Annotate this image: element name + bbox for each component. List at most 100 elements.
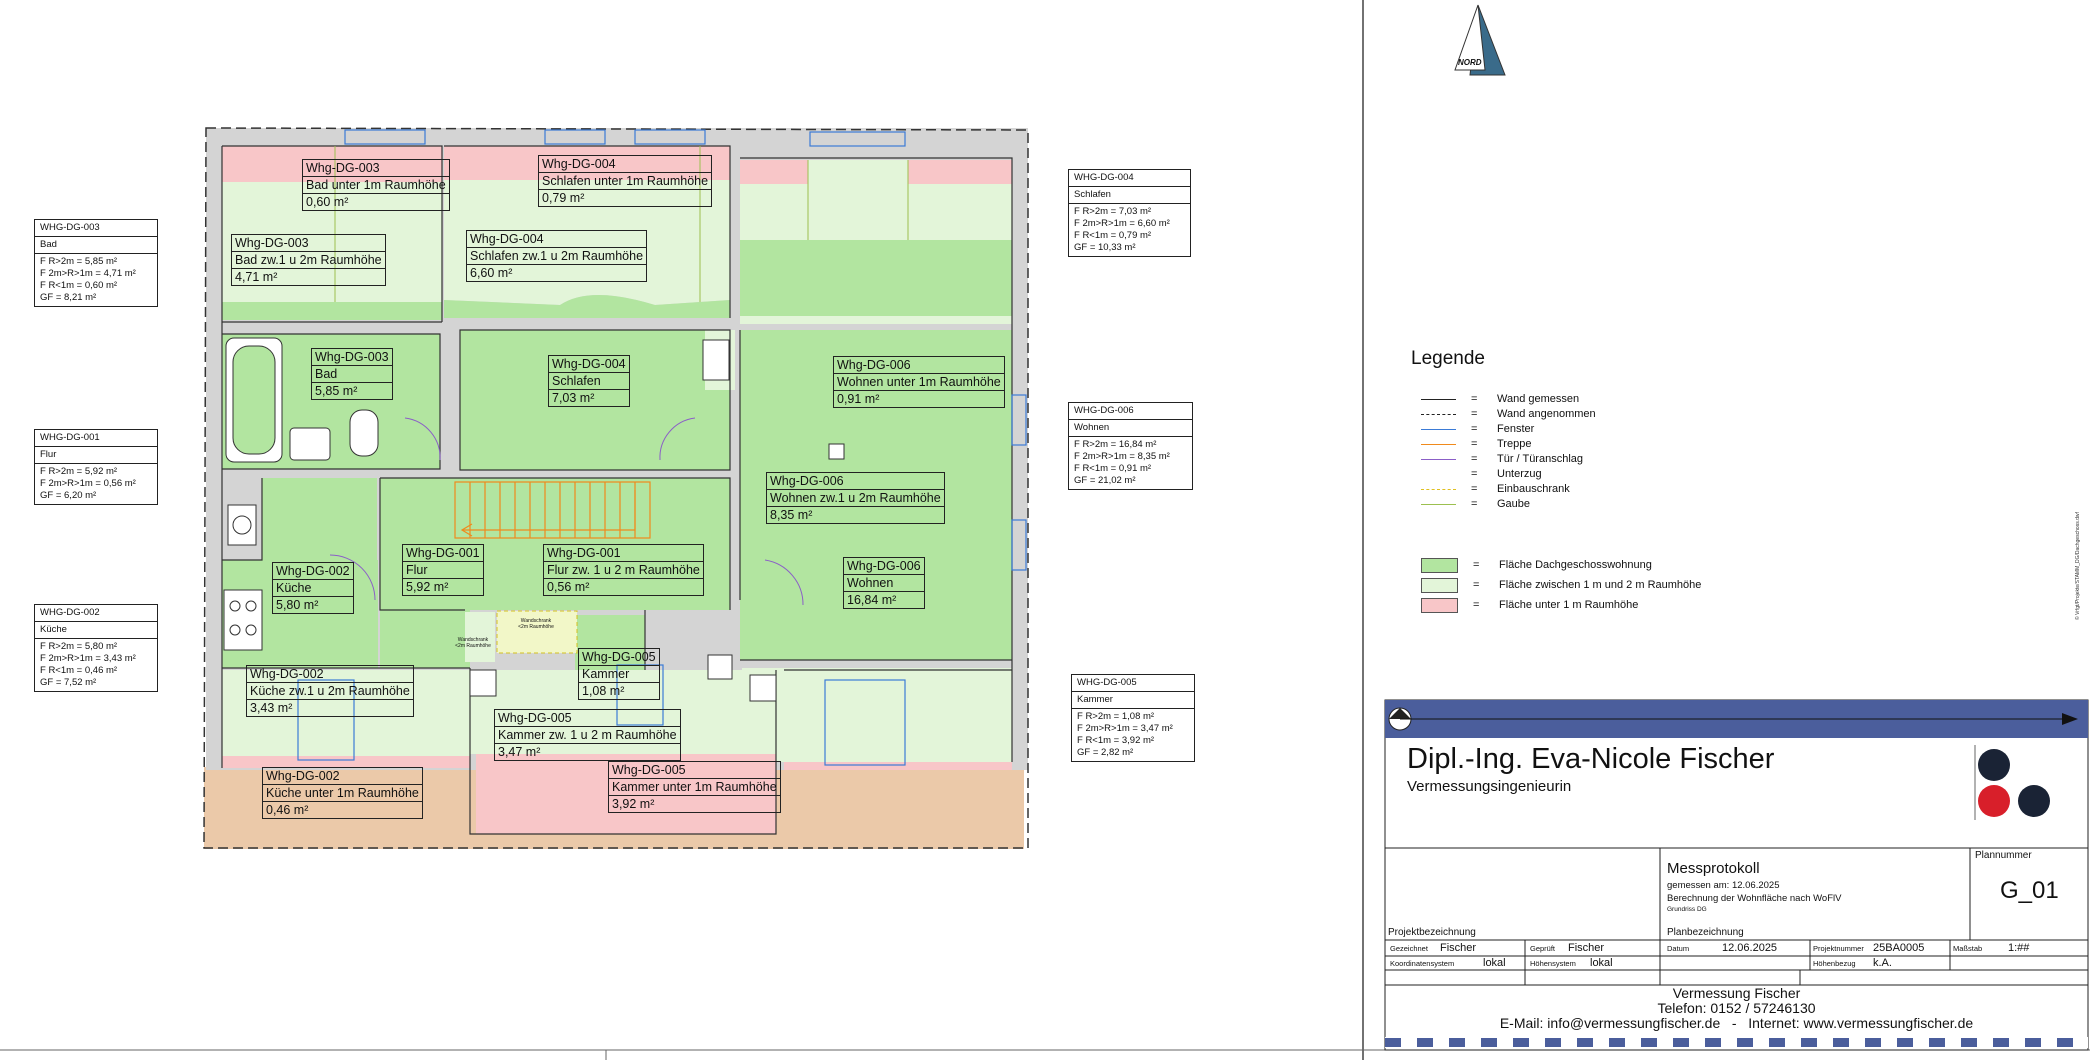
koord-label: Koordinatensystem — [1390, 959, 1455, 968]
legend-line-entry: = Wand gemessen — [1421, 392, 1579, 406]
room-label: Whg-DG-006 Wohnen zw.1 u 2m Raumhöhe 8,35 … — [766, 472, 945, 524]
room-label: Whg-DG-002 Küche zw.1 u 2m Raumhöhe 3,43 m… — [246, 665, 414, 717]
infobox-id: WHG-DG-002 — [35, 605, 157, 622]
datum-value: 12.06.2025 — [1722, 942, 1778, 954]
north-label: NORD — [1458, 58, 1482, 67]
strip-segment — [1385, 1038, 1401, 1047]
room-label: Whg-DG-002 Küche 5,80 m² — [272, 562, 354, 614]
strip-segment — [1673, 1038, 1689, 1047]
infobox-line: F R<1m = 0,46 m² — [40, 665, 118, 676]
legend-line-swatch — [1421, 488, 1456, 490]
infobox-name: Schlafen — [1069, 187, 1190, 204]
infobox-line: F 2m>R>1m = 8,35 m² — [1074, 451, 1170, 462]
koord-value: lokal — [1483, 957, 1506, 969]
legend-line-entry: = Treppe — [1421, 437, 1531, 451]
projektbezeichnung-label: Projektbezeichnung — [1388, 927, 1476, 938]
strip-segment — [1993, 1038, 2009, 1047]
room-label: Whg-DG-005 Kammer unter 1m Raumhöhe 3,92 m… — [608, 761, 781, 813]
infobox-whg-dg-004: WHG-DG-004 Schlafen F R>2m = 7,03 m² F 2… — [1068, 169, 1191, 257]
legend-fill-label: Fläche zwischen 1 m und 2 m Raumhöhe — [1499, 579, 1702, 591]
strip-segment — [1929, 1038, 1945, 1047]
company-contact: E-Mail: info@vermessungfischer.de - Inte… — [1499, 1015, 1974, 1031]
legend-line-entry: = Wand angenommen — [1421, 407, 1596, 421]
infobox-line: F R>2m = 1,08 m² — [1077, 711, 1155, 722]
massstab-value: 1:## — [2008, 942, 2030, 954]
surveyor-name: Dipl.-Ing. Eva-Nicole Fischer — [1407, 743, 1775, 775]
massstab-label: Maßstab — [1953, 944, 1983, 953]
infobox-line: GF = 2,82 m² — [1077, 747, 1134, 758]
legend-equals: = — [1471, 453, 1478, 465]
legend-line-swatch — [1421, 413, 1456, 415]
legend-equals: = — [1471, 423, 1478, 435]
legend-equals: = — [1473, 559, 1480, 571]
protocol-title: Messprotokoll — [1667, 860, 1760, 877]
legend-equals: = — [1471, 408, 1478, 420]
strip-segment — [2025, 1038, 2041, 1047]
infobox-id: WHG-DG-004 — [1069, 170, 1190, 187]
legend-line-label: Wand angenommen — [1497, 408, 1596, 420]
strip-segment — [1897, 1038, 1913, 1047]
infobox-id: WHG-DG-005 — [1072, 675, 1194, 692]
plannummer: G_01 — [2000, 877, 2059, 904]
measured-date: gemessen am: 12.06.2025 — [1667, 880, 1780, 891]
room-label: Whg-DG-004 Schlafen zw.1 u 2m Raumhöhe 6,6… — [466, 230, 648, 282]
infobox-line: F 2m>R>1m = 0,56 m² — [40, 478, 136, 489]
infobox-whg-dg-002: WHG-DG-002 Küche F R>2m = 5,80 m² F 2m>R… — [34, 604, 158, 692]
legend-equals: = — [1471, 438, 1478, 450]
company-logo — [1974, 745, 2050, 820]
legend-fill-label: Fläche Dachgeschosswohnung — [1499, 559, 1652, 571]
strip-segment — [1417, 1038, 1433, 1047]
infobox-line: F 2m>R>1m = 3,47 m² — [1077, 723, 1173, 734]
infobox-name: Kammer — [1072, 692, 1194, 709]
strip-segment — [1801, 1038, 1817, 1047]
infobox-line: GF = 21,02 m² — [1074, 475, 1136, 486]
legend-equals: = — [1471, 393, 1478, 405]
legend-line-entry: = Unterzug — [1421, 467, 1542, 481]
gezeichnet-label: Gezeichnet — [1390, 944, 1428, 953]
legend-line-swatch — [1421, 443, 1456, 445]
surveyor-profession: Vermessungsingenieurin — [1407, 778, 1572, 795]
room-label: Whg-DG-006 Wohnen 16,84 m² — [843, 557, 925, 609]
legend-line-swatch — [1421, 428, 1456, 430]
legend-line-swatch — [1421, 503, 1456, 505]
infobox-line: F R>2m = 7,03 m² — [1074, 206, 1152, 217]
legend-line-label: Unterzug — [1497, 468, 1542, 480]
room-label: Whg-DG-001 Flur 5,92 m² — [402, 544, 484, 596]
strip-segment — [1545, 1038, 1561, 1047]
room-label: Whg-DG-002 Küche unter 1m Raumhöhe 0,46 m² — [262, 767, 423, 819]
room-label: Whg-DG-003 Bad zw.1 u 2m Raumhöhe 4,71 m² — [231, 234, 386, 286]
strip-segment — [2057, 1038, 2073, 1047]
legend-line-label: Treppe — [1497, 438, 1532, 450]
infobox-whg-dg-005: WHG-DG-005 Kammer F R>2m = 1,08 m² F 2m>… — [1071, 674, 1195, 762]
room-label: Whg-DG-003 Bad 5,85 m² — [311, 348, 393, 400]
strip-segment — [1737, 1038, 1753, 1047]
strip-segment — [1577, 1038, 1593, 1047]
infobox-line: F R>2m = 5,80 m² — [40, 641, 118, 652]
legend-fill-swatch — [1421, 577, 1458, 593]
infobox-line: GF = 7,52 m² — [40, 677, 97, 688]
legend-fill-label: Fläche unter 1 m Raumhöhe — [1499, 599, 1639, 611]
projektnummer-value: 25BA0005 — [1873, 942, 1925, 954]
infobox-line: F R<1m = 3,92 m² — [1077, 735, 1155, 746]
legend-equals: = — [1471, 498, 1478, 510]
calc-method: Berechnung der Wohnfläche nach WoFlV — [1667, 893, 1842, 904]
infobox-line: GF = 10,33 m² — [1074, 242, 1136, 253]
company-phone: Telefon: 0152 / 57246130 — [1657, 1000, 1816, 1016]
legend-equals: = — [1471, 483, 1478, 495]
legend-line-swatch — [1421, 458, 1456, 460]
wardrobe-note-2: Wandschrank <2m Raumhöhe — [455, 637, 491, 649]
legend-fill-entry: = Fläche unter 1 m Raumhöhe — [1421, 597, 1639, 613]
legend-fill-entry: = Fläche Dachgeschosswohnung — [1421, 557, 1652, 573]
plannummer-label: Plannummer — [1975, 850, 2032, 861]
infobox-line: GF = 8,21 m² — [40, 292, 97, 303]
infobox-line: F R>2m = 16,84 m² — [1074, 439, 1157, 450]
strip-segment — [1641, 1038, 1657, 1047]
room-label: Whg-DG-006 Wohnen unter 1m Raumhöhe 0,91 m… — [833, 356, 1005, 408]
infobox-name: Bad — [35, 237, 157, 254]
strip-segment — [1481, 1038, 1497, 1047]
strip-segment — [1449, 1038, 1465, 1047]
legend-line-label: Einbauschrank — [1497, 483, 1570, 495]
infobox-id: WHG-DG-003 — [35, 220, 157, 237]
legend-title: Legende — [1411, 348, 1485, 369]
plan-description: Grundriss DG — [1667, 906, 1707, 913]
